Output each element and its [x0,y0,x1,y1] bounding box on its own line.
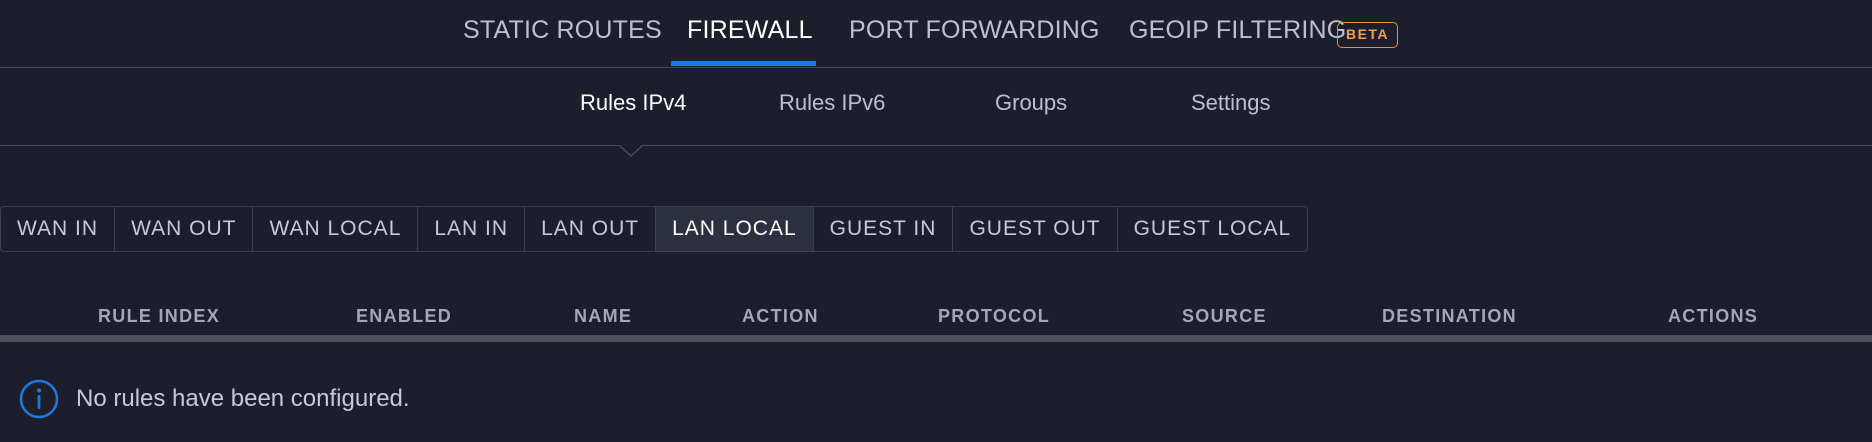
column-header-source[interactable]: SOURCE [1182,306,1267,327]
column-header-name[interactable]: NAME [574,306,632,327]
chain-tab-guest-out[interactable]: GUEST OUT [953,207,1118,251]
sub-tab-settings[interactable]: Settings [1191,90,1271,116]
chain-tab-lan-out[interactable]: LAN OUT [525,207,657,251]
tab-port-forwarding[interactable]: PORT FORWARDING [849,16,1100,45]
chain-tab-lan-in[interactable]: LAN IN [418,207,526,251]
empty-state: No rules have been configured. [19,379,410,419]
tab-geoip-filtering[interactable]: GEOIP FILTERING [1129,16,1346,45]
column-header-destination[interactable]: DESTINATION [1382,306,1517,327]
active-tab-indicator [671,61,816,66]
tab-static-routes[interactable]: STATIC ROUTES [463,16,662,45]
column-header-protocol[interactable]: PROTOCOL [938,306,1050,327]
chain-tab-bar: WAN IN WAN OUT WAN LOCAL LAN IN LAN OUT … [0,206,1309,252]
beta-badge: BETA [1337,22,1398,48]
chain-tab-guest-local[interactable]: GUEST LOCAL [1118,207,1308,251]
column-header-actions: ACTIONS [1668,306,1759,326]
sub-tab-groups[interactable]: Groups [995,90,1067,116]
chain-tab-lan-local[interactable]: LAN LOCAL [656,207,814,251]
active-sub-tab-caret-icon [619,145,643,158]
sub-tab-bar: Rules IPv4 Rules IPv6 Groups Settings [0,68,1872,158]
empty-state-message: No rules have been configured. [76,385,410,412]
column-header-enabled[interactable]: ENABLED [356,306,452,327]
sub-tab-rules-ipv6[interactable]: Rules IPv6 [779,90,885,116]
top-tab-bar: STATIC ROUTES FIREWALL PORT FORWARDING G… [0,0,1872,68]
sub-tab-rules-ipv4[interactable]: Rules IPv4 [580,90,686,116]
tab-firewall[interactable]: FIREWALL [687,16,813,45]
column-header-rule-index[interactable]: RULE INDEX [98,306,220,327]
table-header-divider [0,335,1872,342]
column-header-action[interactable]: ACTION [742,306,819,327]
info-icon [19,379,59,419]
chain-tab-wan-local[interactable]: WAN LOCAL [253,207,419,251]
chain-tab-guest-in[interactable]: GUEST IN [814,207,954,251]
chain-tab-wan-out[interactable]: WAN OUT [115,207,254,251]
chain-tab-wan-in[interactable]: WAN IN [1,207,116,251]
